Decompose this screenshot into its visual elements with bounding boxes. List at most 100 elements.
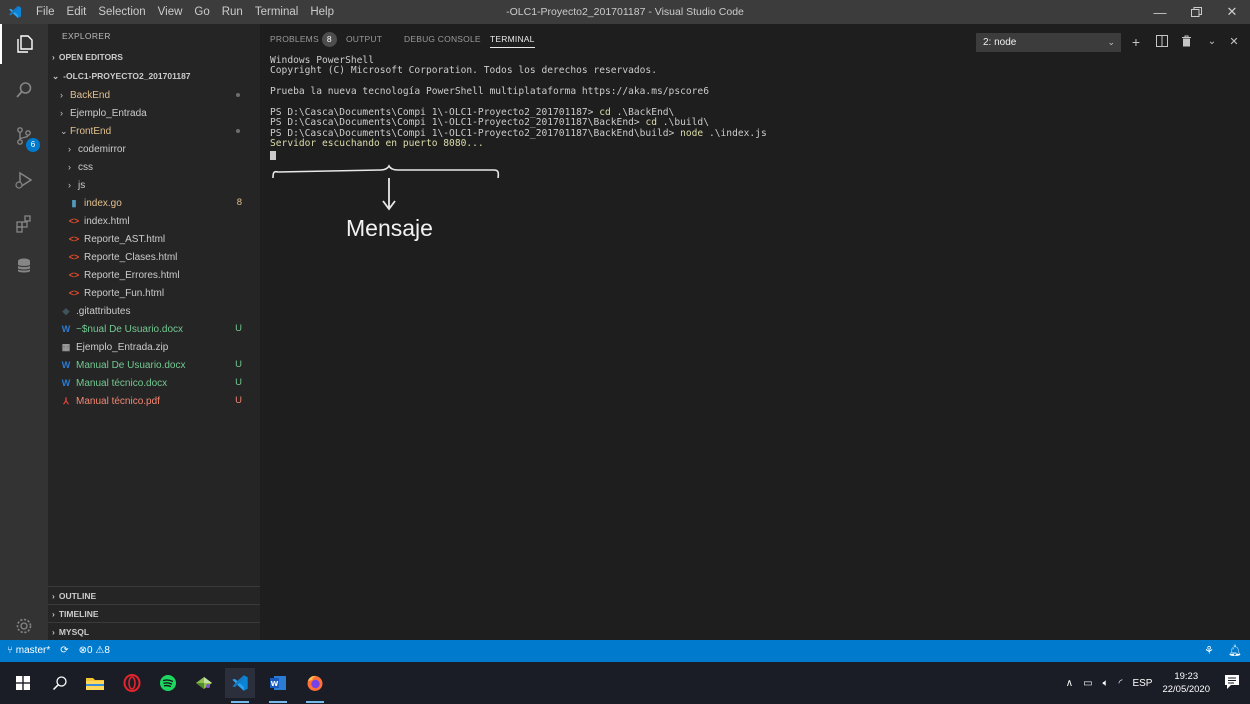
settings-gear-icon[interactable] — [0, 612, 48, 640]
gem-app-icon[interactable] — [189, 668, 219, 698]
file-tree-item[interactable]: ⅄ Manual técnico.pdf U — [48, 392, 260, 410]
split-terminal-icon[interactable] — [1152, 32, 1172, 52]
battery-icon[interactable]: ▭ — [1083, 678, 1092, 689]
sync-icon[interactable]: ⟳ — [60, 640, 68, 662]
project-root-folder[interactable]: ⌄ -OLC1-PROYECTO2_201701187 — [48, 67, 260, 86]
minimize-button[interactable]: — — [1142, 0, 1178, 24]
file-explorer-icon[interactable] — [80, 668, 110, 698]
close-button[interactable]: ✕ — [1214, 0, 1250, 24]
opera-browser-icon[interactable] — [117, 668, 147, 698]
open-editors-label: OPEN EDITORS — [58, 52, 123, 62]
terminal-instance-value: 2: node — [983, 37, 1017, 48]
action-center-icon[interactable] — [1224, 674, 1240, 693]
html-file-icon: <> — [68, 234, 80, 244]
new-terminal-plus-icon[interactable]: + — [1126, 32, 1146, 52]
file-tree-label: Reporte_AST.html — [84, 234, 166, 245]
menu-selection[interactable]: Selection — [92, 0, 151, 24]
firefox-icon[interactable] — [300, 668, 330, 703]
close-panel-icon[interactable]: ✕ — [1224, 32, 1244, 52]
tray-expand-chevron-icon[interactable]: ∧ — [1066, 678, 1073, 689]
menu-edit[interactable]: Edit — [61, 0, 93, 24]
tab-output[interactable]: OUTPUT — [346, 24, 382, 54]
menu-run[interactable]: Run — [216, 0, 249, 24]
maximize-button[interactable] — [1178, 0, 1214, 24]
terminal-prompt: PS D:\Casca\Documents\Compi 1\-OLC1-Proy… — [270, 127, 681, 139]
panel-tabs: PROBLEMS 8 OUTPUT DEBUG CONSOLE TERMINAL … — [260, 24, 1250, 54]
file-tree-item[interactable]: › BackEnd — [48, 86, 260, 104]
menu-terminal[interactable]: Terminal — [249, 0, 304, 24]
file-tree-item[interactable]: <> index.html — [48, 212, 260, 230]
warning-count: 8 — [104, 645, 110, 656]
taskbar-search-icon[interactable] — [45, 668, 75, 698]
run-debug-icon[interactable] — [0, 160, 48, 200]
menu-help[interactable]: Help — [304, 0, 340, 24]
html-file-icon: <> — [68, 252, 80, 262]
activity-bar: 6 — [0, 24, 48, 640]
svg-text:W: W — [271, 680, 279, 688]
zip-file-icon: ▦ — [61, 342, 71, 352]
terminal-output[interactable]: Windows PowerShell Copyright (C) Microso… — [270, 55, 1240, 636]
file-tree-item[interactable]: <> Reporte_Clases.html — [48, 248, 260, 266]
file-tree-item[interactable]: › codemirror — [48, 140, 260, 158]
wifi-icon[interactable]: ◜ — [1119, 678, 1123, 689]
terminal-argument: .\BackEnd\ — [610, 106, 675, 118]
chevron-down-icon: ⌄ — [1107, 37, 1115, 47]
maximize-panel-chevron-icon[interactable]: ⌄ — [1202, 32, 1222, 52]
live-share-icon[interactable]: ⚘ — [1204, 640, 1214, 662]
file-tree-item[interactable]: › css — [48, 158, 260, 176]
menu-view[interactable]: View — [152, 0, 189, 24]
tab-problems[interactable]: PROBLEMS 8 — [270, 24, 337, 54]
tab-terminal[interactable]: TERMINAL — [490, 24, 535, 54]
clock[interactable]: 19:23 22/05/2020 — [1162, 670, 1210, 696]
explorer-icon[interactable] — [0, 24, 48, 64]
terminal-argument: .\index.js — [703, 127, 767, 139]
file-tree-item[interactable]: ⌄ FrontEnd — [48, 122, 260, 140]
spotify-icon[interactable] — [153, 668, 183, 698]
git-status-decoration: U — [235, 359, 242, 370]
terminal-line: Prueba la nueva tecnología PowerShell mu… — [270, 86, 709, 98]
vscode-logo-icon — [0, 0, 30, 24]
windows-start-icon[interactable] — [8, 668, 38, 698]
timeline-label: TIMELINE — [58, 609, 99, 619]
source-control-icon[interactable]: 6 — [0, 116, 48, 156]
trash-icon[interactable] — [1176, 32, 1196, 52]
notifications-bell-icon[interactable]: 🔔︎ — [1228, 640, 1242, 662]
file-tree-item[interactable]: ◆ .gitattributes — [48, 302, 260, 320]
file-tree-item[interactable]: <> Reporte_Errores.html — [48, 266, 260, 284]
explorer-sidebar: EXPLORER › OPEN EDITORS ⌄ -OLC1-PROYECTO2_… — [48, 24, 260, 640]
git-status-decoration: U — [235, 395, 242, 406]
database-icon[interactable] — [0, 246, 48, 286]
file-tree-item[interactable]: <> Reporte_AST.html — [48, 230, 260, 248]
file-tree-item[interactable]: › Ejemplo_Entrada — [48, 104, 260, 122]
file-tree-label: Manual técnico.pdf — [76, 396, 160, 407]
outline-section[interactable]: › OUTLINE — [48, 586, 260, 604]
menu-file[interactable]: File — [30, 0, 61, 24]
git-branch-status[interactable]: ⑂ master* — [7, 640, 50, 662]
search-icon[interactable] — [0, 70, 48, 110]
menu-go[interactable]: Go — [188, 0, 215, 24]
file-tree-item[interactable]: <> Reporte_Fun.html — [48, 284, 260, 302]
git-status-decoration: U — [235, 377, 242, 388]
vscode-taskbar-icon[interactable] — [225, 668, 255, 703]
word-icon[interactable]: W — [263, 668, 293, 703]
timeline-section[interactable]: › TIMELINE — [48, 604, 260, 622]
file-tree-label: Manual técnico.docx — [76, 378, 168, 389]
chevron-down-icon: ⌄ — [60, 126, 68, 136]
file-tree-item[interactable]: W Manual De Usuario.docx U — [48, 356, 260, 374]
html-file-icon: <> — [68, 288, 80, 298]
mysql-section[interactable]: › MYSQL — [48, 622, 260, 640]
terminal-instance-select[interactable]: 2: node ⌄ — [976, 33, 1121, 52]
clock-time: 19:23 — [1174, 671, 1199, 682]
file-tree-item[interactable]: › js — [48, 176, 260, 194]
file-tree-item[interactable]: ▮ index.go 8 — [48, 194, 260, 212]
input-language[interactable]: ESP — [1132, 678, 1152, 689]
file-tree-item[interactable]: W ~$nual De Usuario.docx U — [48, 320, 260, 338]
file-tree-item[interactable]: ▦ Ejemplo_Entrada.zip — [48, 338, 260, 356]
problems-status[interactable]: ⊗0 ⚠8 — [79, 640, 110, 662]
open-editors-section[interactable]: › OPEN EDITORS — [48, 48, 260, 67]
terminal-panel: PROBLEMS 8 OUTPUT DEBUG CONSOLE TERMINAL … — [260, 24, 1250, 640]
file-tree-item[interactable]: W Manual técnico.docx U — [48, 374, 260, 392]
extensions-icon[interactable] — [0, 204, 48, 244]
tab-debug-console[interactable]: DEBUG CONSOLE — [404, 24, 481, 54]
volume-icon[interactable]: 🔈︎ — [1103, 678, 1109, 689]
